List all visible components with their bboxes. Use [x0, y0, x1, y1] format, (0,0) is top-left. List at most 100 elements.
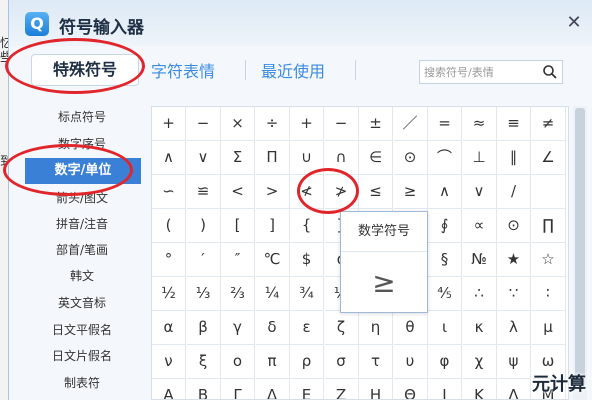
sidebar-item-hiragana[interactable]: 日文平假名: [37, 317, 127, 343]
symbol-cell[interactable]: ∮: [428, 209, 462, 243]
symbol-cell[interactable]: Ζ: [325, 379, 359, 399]
symbol-cell[interactable]: ½: [152, 277, 186, 311]
symbol-cell[interactable]: ℃: [255, 243, 290, 277]
sidebar-item-numbering[interactable]: 数字序号: [37, 131, 127, 157]
symbol-cell[interactable]: $: [290, 243, 324, 277]
symbol-cell[interactable]: ′: [186, 243, 221, 277]
symbol-cell[interactable]: Κ: [463, 379, 497, 399]
close-icon[interactable]: ✕: [563, 12, 585, 34]
symbol-cell[interactable]: ≈: [462, 107, 497, 141]
grid-scrollbar[interactable]: [573, 106, 587, 400]
symbol-cell[interactable]: ζ: [324, 311, 359, 345]
symbol-cell[interactable]: μ: [531, 311, 566, 345]
symbol-cell[interactable]: ≤: [359, 175, 393, 209]
symbol-cell[interactable]: γ: [221, 311, 255, 345]
symbol-cell[interactable]: ε: [290, 311, 324, 345]
symbol-cell[interactable]: ξ: [186, 345, 221, 379]
symbol-cell[interactable]: Θ: [394, 379, 428, 399]
symbol-cell[interactable]: ∥: [497, 141, 531, 175]
symbol-cell[interactable]: +: [290, 107, 324, 141]
symbol-cell[interactable]: ≌: [186, 175, 221, 209]
symbol-cell[interactable]: ÷: [255, 107, 290, 141]
symbol-cell[interactable]: ∩: [324, 141, 359, 175]
sidebar-item-korean[interactable]: 韩文: [37, 263, 127, 289]
tab-character-emoticons[interactable]: 字符表情: [151, 58, 215, 82]
sidebar-item-pinyin[interactable]: 拼音/注音: [37, 211, 127, 237]
symbol-cell[interactable]: ∧: [152, 141, 186, 175]
symbol-cell[interactable]: ¼: [255, 277, 290, 311]
symbol-cell[interactable]: ×: [221, 107, 255, 141]
symbol-cell[interactable]: ⅓: [186, 277, 221, 311]
symbol-cell[interactable]: Γ: [221, 379, 255, 399]
symbol-cell[interactable]: υ: [393, 345, 428, 379]
symbol-cell[interactable]: η: [359, 311, 393, 345]
symbol-cell[interactable]: ∈: [359, 141, 393, 175]
symbol-cell[interactable]: Α: [152, 379, 186, 399]
symbol-cell[interactable]: ″: [221, 243, 255, 277]
symbol-cell[interactable]: ∨: [186, 141, 221, 175]
title-bar[interactable]: Q 符号输入器 ✕: [9, 0, 592, 46]
symbol-cell[interactable]: Ι: [428, 379, 462, 399]
symbol-cell[interactable]: ≯: [324, 175, 359, 209]
symbol-cell[interactable]: χ: [462, 345, 497, 379]
symbol-cell[interactable]: §: [428, 243, 462, 277]
symbol-cell[interactable]: ≠: [531, 107, 566, 141]
symbol-cell[interactable]: λ: [497, 311, 531, 345]
sidebar-item-phonetics[interactable]: 英文音标: [37, 290, 127, 316]
symbol-cell[interactable]: °: [152, 243, 186, 277]
symbol-cell[interactable]: ⊥: [462, 141, 497, 175]
symbol-cell[interactable]: >: [255, 175, 290, 209]
symbol-cell[interactable]: Η: [359, 379, 393, 399]
symbol-cell[interactable]: ≮: [290, 175, 324, 209]
symbol-cell[interactable]: ∝: [462, 209, 497, 243]
symbol-cell[interactable]: ⅔: [221, 277, 255, 311]
symbol-cell[interactable]: ／: [393, 107, 428, 141]
symbol-cell[interactable]: ⊙: [497, 209, 531, 243]
symbol-cell[interactable]: ⌒: [428, 141, 462, 175]
symbol-cell[interactable]: =: [428, 107, 462, 141]
symbol-cell[interactable]: ⅘: [428, 277, 462, 311]
symbol-cell[interactable]: ∶: [531, 277, 566, 311]
symbol-cell[interactable]: ψ: [497, 345, 531, 379]
symbol-cell[interactable]: α: [152, 311, 186, 345]
symbol-cell[interactable]: ¾: [290, 277, 324, 311]
symbol-cell[interactable]: Β: [187, 379, 221, 399]
symbol-cell[interactable]: ≡: [497, 107, 531, 141]
sidebar-item-arrows[interactable]: 箭头/图文: [37, 185, 127, 211]
symbol-cell[interactable]: ∠: [531, 141, 566, 175]
scrollbar-thumb[interactable]: [575, 108, 585, 388]
symbol-cell[interactable]: ): [186, 209, 221, 243]
symbol-cell[interactable]: ≥: [393, 175, 428, 209]
symbol-cell[interactable]: ]: [255, 209, 290, 243]
symbol-cell[interactable]: Ε: [290, 379, 324, 399]
symbol-cell[interactable]: [: [221, 209, 255, 243]
sidebar-item-radicals[interactable]: 部首/笔画: [37, 237, 127, 263]
symbol-cell[interactable]: φ: [428, 345, 462, 379]
symbol-cell[interactable]: ∵: [497, 277, 531, 311]
symbol-cell[interactable]: θ: [393, 311, 428, 345]
symbol-cell[interactable]: σ: [324, 345, 359, 379]
symbol-cell[interactable]: ∴: [462, 277, 497, 311]
symbol-cell[interactable]: ο: [221, 345, 255, 379]
search-input[interactable]: [424, 63, 534, 81]
symbol-cell[interactable]: №: [462, 243, 497, 277]
symbol-cell[interactable]: Σ: [221, 141, 255, 175]
symbol-cell[interactable]: ι: [428, 311, 462, 345]
tab-special-symbols[interactable]: 特殊符号: [31, 54, 139, 86]
symbol-cell[interactable]: ☆: [531, 243, 566, 277]
symbol-cell[interactable]: −: [186, 107, 221, 141]
symbol-cell[interactable]: δ: [255, 311, 290, 345]
symbol-cell[interactable]: {: [290, 209, 324, 243]
symbol-cell[interactable]: ∪: [290, 141, 324, 175]
symbol-cell[interactable]: ν: [152, 345, 186, 379]
symbol-cell[interactable]: ρ: [290, 345, 324, 379]
sidebar-item-box-drawing[interactable]: 制表符: [37, 370, 127, 396]
symbol-cell[interactable]: −: [324, 107, 359, 141]
symbol-cell[interactable]: ∽: [152, 175, 186, 209]
symbol-cell[interactable]: κ: [462, 311, 497, 345]
symbol-cell[interactable]: ⊙: [393, 141, 428, 175]
sidebar-item-math-units[interactable]: 数字/单位: [25, 158, 141, 184]
symbol-cell[interactable]: Λ: [497, 379, 531, 399]
sidebar-item-punctuation[interactable]: 标点符号: [37, 104, 127, 130]
symbol-cell[interactable]: ∧: [428, 175, 462, 209]
